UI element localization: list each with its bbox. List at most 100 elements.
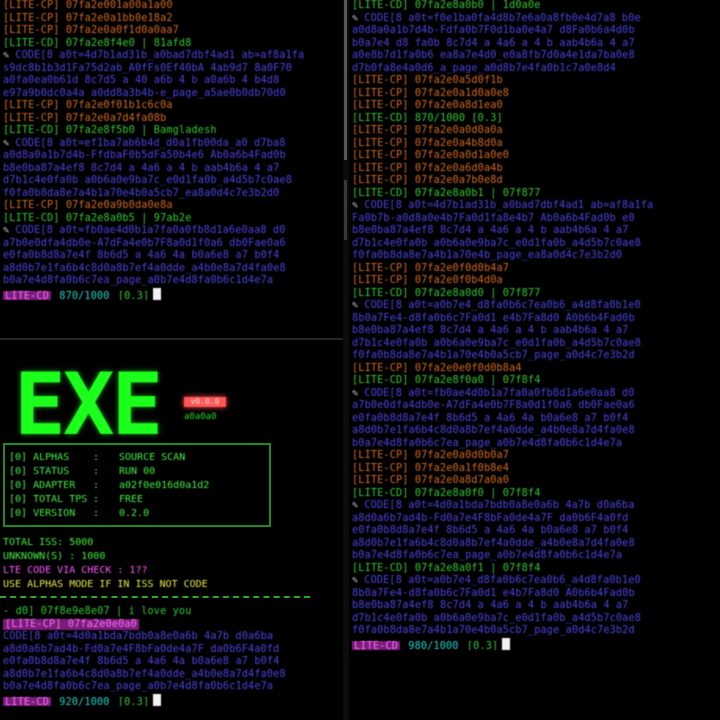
log-line: e0fa0b8d8a7e4f 8b6d5 a 4a6 4a b0a6e8 a7 … [352,525,718,538]
log-line: s9dc8b1b3d1Fa75d2ab_A0fFs0Ef40bA 4ab9d7 … [3,63,341,76]
log-line: 8b0a7Fe4-d8fa0b6c7Fa0d1 e4b7Fa8d0 A0b6b4… [352,313,718,326]
log-line: CODE[8 a0t=4d0a1bda7bdb0a8e0a6b 4a7b d0a… [3,631,341,644]
terminal-pane-bottom-left[interactable]: EXE v0.0.0 a0a0a0 [0] ALPHAS : SOURCE SC… [0,350,343,720]
paperclip-icon: ✎ [352,200,359,211]
log-text: a8d0b7e1fa6b4c8d0a8b7ef4a0dde_a4b0e8a7d4… [3,668,286,680]
log-line: ✎ CODE[8 a0t=4d0a1bda7bdb0a8e0a6b 4a7b d0… [352,500,718,513]
stat-line: UNKNOWN(S) : 1000 [3,551,106,562]
log-text: CODE[8 a0t=4d0a1bda7bdb0a8e0a6b 4a7b d0a… [364,500,635,511]
log-line: e0fa0b8d8a7e4f 8b6d5 a 4a6 4a b0a6e8 a7 … [352,413,718,426]
log-text: a8d0a6b7ad4b-Fd0a7e4F8bFa0de4a7F da0b6F4… [3,643,280,655]
info-separator: : [93,494,100,505]
log-line: Fa0b7b-a0d8a0e4b7Fa0d1fa8e4b7 Ab0a6b4Fad… [352,213,718,226]
info-separator: : [93,480,100,491]
log-text: d7b0fa8e4a0d6_a_page_a0d8b7e4fa0b1c7a0e8… [352,62,616,74]
log-line: [LITE-CD] 07fa2e8a0b5 | 97ab2e [3,213,341,226]
log-line: [LITE-CP] 07fa2e0a1bb0e18a2 [3,13,341,26]
log-line: a8d0b7e1fa6b4c8d0a8b7ef4a0dde_a4b0e8a7d4… [3,669,341,682]
log-line: [LITE-CP] 07fa2e0a1f0b8e4 [352,463,718,476]
log-line: [LITE-CP] 07fa2e0a1d0a0e8 [352,88,718,101]
log-text: d7b1c4e0fa0b a0b6a0e9ba7c_e0d1fa0b_a4d5b… [3,175,293,186]
rate-readout: [0.3] [117,290,150,301]
log-text: [LITE-CP] 07fa2e0a0d1a0e0 [352,150,510,161]
info-value: RUN 00 [119,466,156,477]
log-text: 8b0a7Fe4-d8fa0b6c7Fa0d1 e4b7Fa8d0 A0b6b4… [352,587,635,599]
log-text: Fa0b7b-a0d8a0e4b7Fa0d1fa8e4b7 Ab0a6b4Fad… [352,212,635,224]
log-text: [LITE-CP] 07fa2e0a8d7a0a0 [352,475,510,486]
paperclip-icon: ✎ [352,500,359,511]
log-line: [LITE-CP] 07fa2e0f0b4d0a [352,275,718,288]
info-value: FREE [119,494,144,505]
info-key: [0] STATUS [9,466,70,477]
log-line: d7b1c4e0fa0b a0b6a0e9ba7c_e0d1fa0b_a4d5b… [352,338,718,351]
log-line: [LITE-CP] 07fa2e0a7d4fa08b [3,113,341,126]
log-line: [LITE-CP] 07fa2e0a4b8d0a [352,138,718,151]
log-line: 8b0a7Fe4-d8fa0b6c7Fa0d1 e4b7Fa8d0 A0b6b4… [352,588,718,601]
version-tag: v0.0.0 [184,397,226,407]
log-line: b8e0ba87a4ef8 8c7d4 a 4a6 a 4 b aab4b6a … [352,325,718,338]
log-text: f0fa0b8da8e7a4b1a70e4b0a5cb7_page_a0d4c7… [352,350,635,361]
prompt-line[interactable]: LITE-CD 920/1000 [0.3] [3,693,341,706]
stat-line: USE ALPHAS MODE IF IN ISS NOT CODE [3,579,208,590]
log-line: b0a7e4d8fa0b6c7ea_page_a0b7e4d8fa0b6c1d4… [352,550,718,563]
version-subtext: a0a0a0 [184,412,217,422]
log-text: [LITE-CD] 07fa2e8f5b0 | Bamgladesh [3,125,217,136]
terminal-pane-top-left[interactable]: [LITE-CP] 07fa2e001a00a1a00 [LITE-CP] 07f… [0,0,343,335]
log-text: d7b1c4e0fa0b a0b6a0e9ba7c_e0d1fa0b_a4d5b… [352,337,642,349]
log-line: [LITE-CP] 07fa2e0f0d0b4a7 [352,263,718,276]
log-line: [LITE-CD] 07fa2e8a0d0 | 07f877 [352,288,718,301]
log-line: b0a7e4d8fa0b6c7ea_page_a0b7e4d8fa0b6c1d4… [352,438,718,451]
progress-counter: 870/1000 [59,290,110,301]
exe-logo: EXE [14,355,163,455]
paperclip-icon: ✎ [3,50,10,61]
log-line: a8d0b7e1fa6b4c8d0a8b7ef4a0dde_a4b0e8a7d4… [3,263,341,276]
pane-divider-mark [344,180,347,240]
prompt-line[interactable]: LITE-CD 980/1000 [0.3] [352,637,718,650]
info-value: SOURCE SCAN [119,452,186,463]
prompt-label: LITE-CD [3,290,51,300]
info-separator: : [93,508,100,519]
log-text: e0fa0b8d8a7e4f 8b6d5 a 4a6 4a b0a6e8 a7 … [352,412,629,424]
stat-line: LTE CODE VIA CHECK : 1?? [3,565,148,576]
prompt-label: LITE-CD [3,696,51,706]
log-line: ✎ CODE[8 a0t=4d7b1ad31b_a0bad7dbf4ad1 ab=… [3,50,341,63]
log-text: [LITE-CP] 07fa2e0a1bb0e18a2 [3,12,173,24]
info-separator: : [93,452,100,463]
text-cursor[interactable] [153,287,162,300]
log-output: [LITE-CP] 07fa2e001a00a1a00 [LITE-CP] 07f… [3,0,341,300]
log-line: a8d0b7e1fa6b4c8d0a8b7ef4a0dde_a4b0e8a7d4… [352,538,718,551]
log-text: b0a7e4d8fa0b6c7ea_page_a0b7e4d8fa0b6c1d4… [352,437,623,449]
paperclip-icon: ✎ [352,387,359,399]
log-text: a0d8a0a1b7d4b-Fdfa0b7F0d1ba0e4a7 d8Fa0b6… [352,25,635,36]
log-text: e0fa0b8d8a7e4f 8b6d5 a 4a6 4a b0a6e8 a7 … [3,250,280,261]
log-text: [LITE-CP] 07fa2e0a4b8d0a [352,137,503,149]
log-text: [LITE-CP] 07fa2e0a0f1d0a0aa7 [3,25,179,36]
text-cursor[interactable] [153,693,162,706]
log-line: [LITE-CP] 07fa2e001a00a1a00 [3,0,341,13]
log-text: [LITE-CD] 07fa2e8a0f1 | 07f8f4 [352,562,541,574]
separator-line [0,596,310,598]
paperclip-icon: ✎ [3,137,10,149]
log-line: [LITE-CP] 07fa2e0a0d0a0a [352,125,718,138]
log-text: CODE[8 a0t=4d7b1ad31b_a0bad7dbf4ad1 ab=a… [364,200,654,211]
info-key: [0] ALPHAS [9,452,70,463]
terminal-pane-right[interactable]: [LITE-CD] 07fa2e8a0b0 | 1d0a0e ✎ CODE[8 a0… [349,0,720,720]
log-text: CODE[8 a0t=fb0ae4d0b1a7fa0a0fb8d1a6e0aa8… [15,225,286,236]
log-text: a7b0e0dfa4db0e-A7dFa4e0b7F8a0d1f0a6 db0F… [352,400,635,411]
info-key: [0] VERSION [9,508,76,519]
log-line: - d0] 07f8e9e8e07 | i love you [3,606,341,619]
log-line: a7b0e0dfa4db0e-A7dFa4e0b7F8a0d1f0a6 db0F… [3,238,341,251]
log-text: f0fa0b8da8e7a4b1a70e4b0a5cb7_page_a0d4c7… [352,625,635,636]
text-cursor[interactable] [502,637,511,650]
log-line: b0a7e4d8fa0b6c7ea_page_a0b7e4d8fa0b6c1d4… [3,275,341,288]
log-text: CODE[8 a0t=4d0a1bda7bdb0a8e0a6b 4a7b d0a… [3,631,274,642]
prompt-line[interactable]: LITE-CD 870/1000 [0.3] [3,287,341,301]
log-text: b8e0ba87a4ef8 8c7d4 a 4a6 a 4 b aab4b6a … [3,162,280,174]
pane-horizontal-divider[interactable] [0,338,343,340]
log-line: e0fa0b8d8a7e4f 8b6d5 a 4a6 4a b0a6e8 a7 … [3,250,341,263]
log-line: [LITE-CD] 07fa2e8a0f1 | 07f8f4 [352,563,718,576]
info-separator: : [93,466,100,477]
info-key: [0] ADAPTER [9,480,76,491]
log-line: e0fa0b8d8a7e4f 8b6d5 a 4a6 4a b0a6e8 a7 … [3,656,341,669]
log-line: [LITE-CP] 07fa2e0a6d0a4b [352,163,718,176]
